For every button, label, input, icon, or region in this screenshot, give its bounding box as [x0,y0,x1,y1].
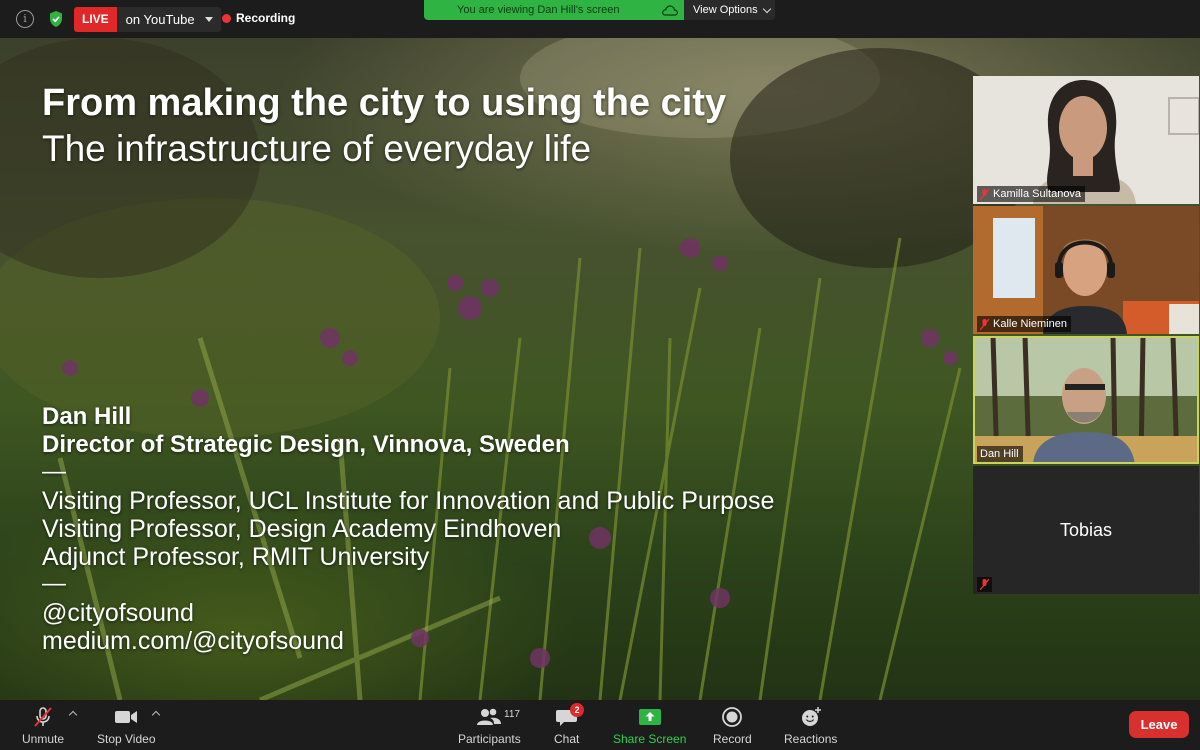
reactions-label: Reactions [784,732,838,746]
participant-name: Kalle Nieminen [993,318,1067,330]
participant-count: 117 [504,709,520,720]
participant-video [973,206,1199,334]
record-button[interactable]: Record [713,706,752,746]
view-options-label: View Options [693,4,758,16]
participant-name: Kamilla Sultanova [993,188,1082,200]
live-badge: LIVE [74,7,117,32]
chat-unread-badge: 2 [570,703,584,717]
social-handle: @cityofsound [42,599,194,627]
position-line: Adjunct Professor, RMIT University [42,543,430,571]
recording-dot-icon [222,13,231,23]
separator: — [42,570,66,597]
live-stream-control[interactable]: LIVE on YouTube [74,7,221,32]
recording-label: Recording [236,11,296,25]
slide-title: From making the city to using the city [42,82,727,124]
caret-down-icon [204,17,213,22]
speaker-role: Director of Strategic Design, Vinnova, S… [42,431,570,458]
muted-mic-icon [980,188,989,200]
active-speaker-tile[interactable]: Dan Hill [973,336,1199,464]
smiley-add-icon [801,707,821,726]
speaker-name: Dan Hill [42,403,132,430]
muted-mic-icon [980,579,989,590]
participant-mute-tag [977,577,992,592]
record-label: Record [713,732,752,746]
info-icon[interactable]: i [16,10,34,28]
social-link: medium.com/@cityofsound [42,627,344,655]
chevron-down-icon [762,4,771,13]
share-screen-icon [638,709,661,725]
shield-check-icon[interactable] [46,9,66,29]
participant-tile[interactable]: Tobias [973,466,1199,594]
slide-subtitle: The infrastructure of everyday life [42,128,592,169]
participants-label: Participants [458,732,521,746]
participant-name: Dan Hill [980,448,1019,460]
record-icon [722,707,743,727]
stop-video-button[interactable]: Stop Video [97,706,156,746]
live-destination-label: on YouTube [125,12,195,27]
recording-indicator: Recording [222,11,295,25]
meeting-toolbar: Unmute Stop Video 117 Participants 2 Cha [0,700,1200,750]
separator: — [42,458,66,485]
unmute-button[interactable]: Unmute [22,706,64,746]
muted-mic-icon [980,318,989,330]
participant-video [973,336,1199,464]
participant-name-tag: Kamilla Sultanova [977,186,1086,202]
leave-button[interactable]: Leave [1129,711,1189,738]
participant-name-tag: Kalle Nieminen [977,316,1071,332]
cloud-icon [662,5,679,16]
unmute-label: Unmute [22,732,65,746]
chat-label: Chat [554,732,580,746]
participant-tile[interactable]: Kamilla Sultanova [973,76,1199,204]
view-options-button[interactable]: View Options [684,0,775,20]
muted-microphone-icon [34,707,52,727]
video-camera-icon [115,711,138,723]
share-screen-label: Share Screen [613,732,687,746]
audio-options-caret-icon[interactable] [68,710,78,720]
zoom-meeting-window: i LIVE on YouTube Recording You are view… [0,0,1200,750]
share-screen-button[interactable]: Share Screen [613,706,686,746]
participants-button[interactable]: 117 Participants [458,706,521,746]
viewing-screen-notice: You are viewing Dan Hill's screen [424,0,684,20]
participant-video [973,76,1199,204]
position-line: Visiting Professor, Design Academy Eindh… [42,515,562,543]
top-bar: i LIVE on YouTube Recording You are view… [0,0,1200,38]
reactions-button[interactable]: Reactions [784,706,837,746]
participant-name-tag: Dan Hill [977,446,1023,462]
chat-button[interactable]: 2 Chat [554,703,584,746]
live-destination-dropdown[interactable]: on YouTube [116,7,221,32]
participants-icon [477,708,502,725]
participant-tile[interactable]: Kalle Nieminen [973,206,1199,334]
stop-video-label: Stop Video [97,732,156,746]
participant-name-placeholder: Tobias [1059,519,1113,540]
position-line: Visiting Professor, UCL Institute for In… [42,487,775,515]
